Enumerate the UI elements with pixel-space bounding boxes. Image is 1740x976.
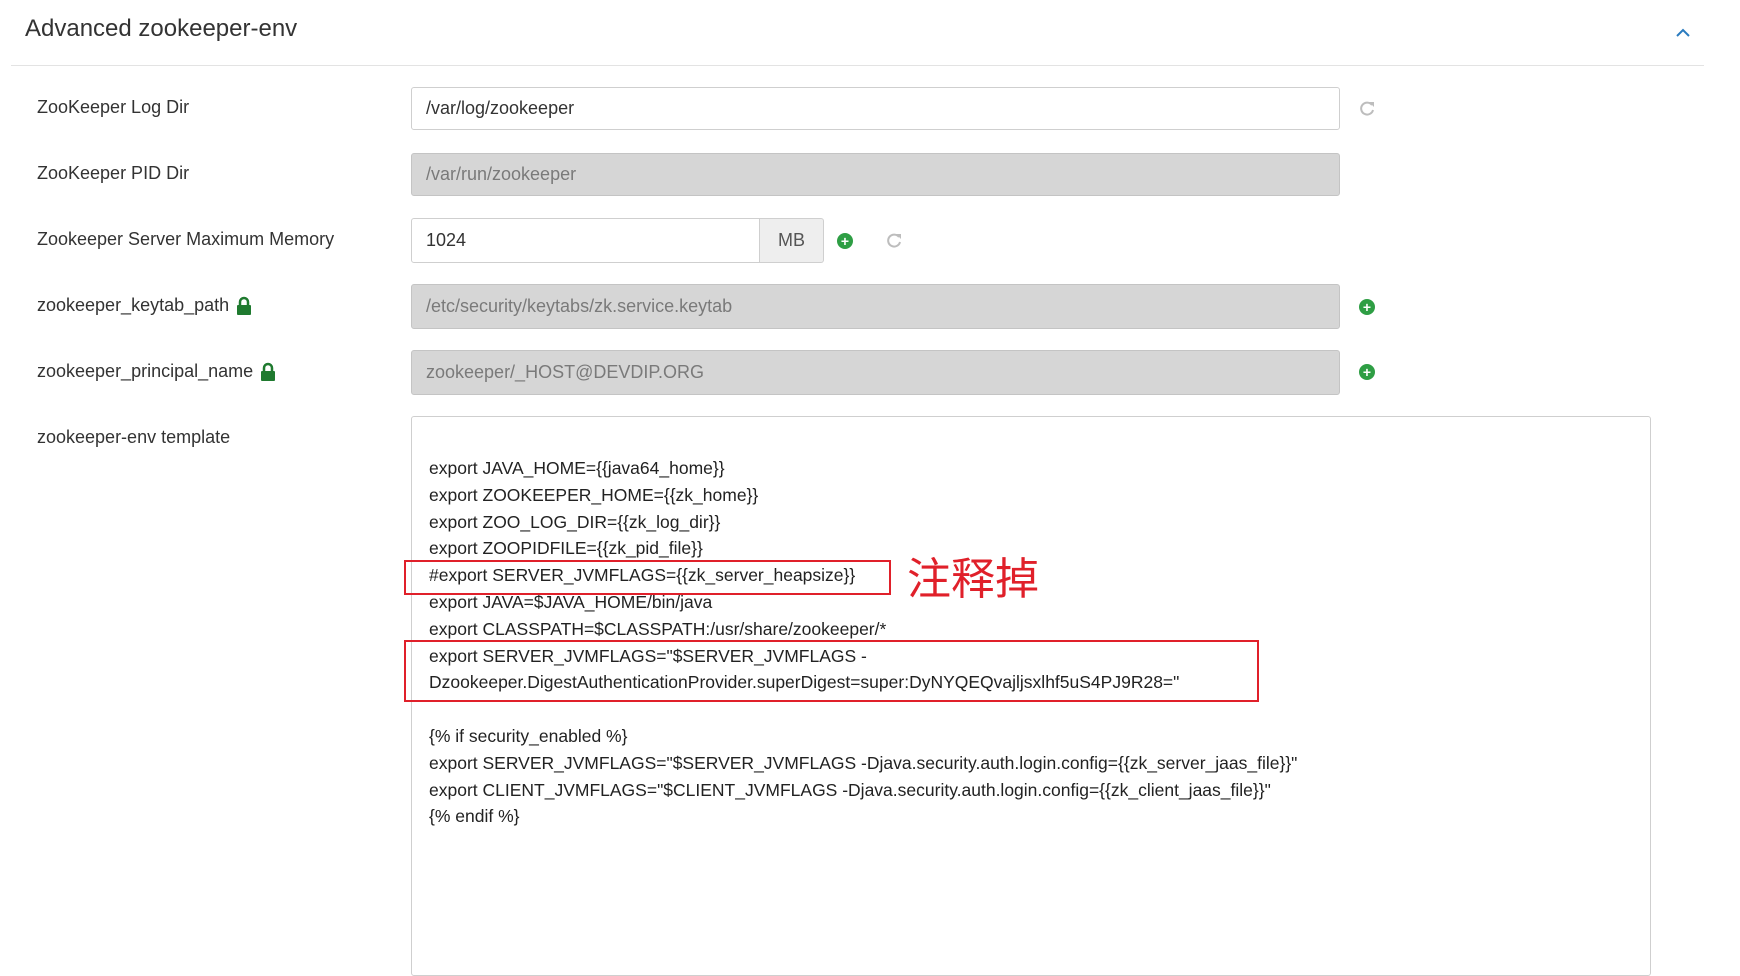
chevron-up-icon[interactable] xyxy=(1672,22,1694,44)
max-memory-label: Zookeeper Server Maximum Memory xyxy=(37,229,334,250)
pid-dir-label-text: ZooKeeper PID Dir xyxy=(37,163,190,183)
annotation-text: 注释掉 xyxy=(907,554,1039,605)
annotation-box-superdigest xyxy=(404,640,1259,702)
keytab-path-input[interactable]: /etc/security/keytabs/zk.service.keytab xyxy=(411,284,1340,329)
principal-name-input[interactable]: zookeeper/_HOST@DEVDIP.ORG xyxy=(411,350,1340,395)
pid-dir-input[interactable]: /var/run/zookeeper xyxy=(411,153,1340,196)
max-memory-input[interactable]: 1024 xyxy=(411,218,760,263)
plus-circle-icon[interactable]: + xyxy=(1359,299,1375,315)
template-label: zookeeper-env template xyxy=(37,427,230,448)
max-memory-unit: MB xyxy=(760,218,824,263)
keytab-path-label-text: zookeeper_keytab_path xyxy=(37,295,230,315)
panel-header[interactable]: Advanced zookeeper-env xyxy=(11,0,1704,66)
log-dir-input[interactable]: /var/log/zookeeper xyxy=(411,87,1340,130)
log-dir-label-text: ZooKeeper Log Dir xyxy=(37,97,190,117)
plus-circle-icon[interactable]: + xyxy=(837,233,853,249)
annotation-box-commented-line xyxy=(404,560,891,595)
refresh-icon[interactable] xyxy=(1358,100,1376,118)
principal-name-label: zookeeper_principal_name xyxy=(37,361,277,382)
keytab-path-label: zookeeper_keytab_path xyxy=(37,295,253,316)
log-dir-label: ZooKeeper Log Dir xyxy=(37,97,189,118)
plus-circle-icon[interactable]: + xyxy=(1359,364,1375,380)
principal-name-label-text: zookeeper_principal_name xyxy=(37,361,254,381)
max-memory-label-text: Zookeeper Server Maximum Memory xyxy=(37,229,335,249)
lock-icon xyxy=(261,362,276,381)
panel-title: Advanced zookeeper-env xyxy=(25,15,298,42)
lock-icon xyxy=(237,296,252,315)
pid-dir-label: ZooKeeper PID Dir xyxy=(37,163,189,184)
refresh-icon[interactable] xyxy=(885,232,903,250)
template-label-text: zookeeper-env template xyxy=(37,427,231,447)
